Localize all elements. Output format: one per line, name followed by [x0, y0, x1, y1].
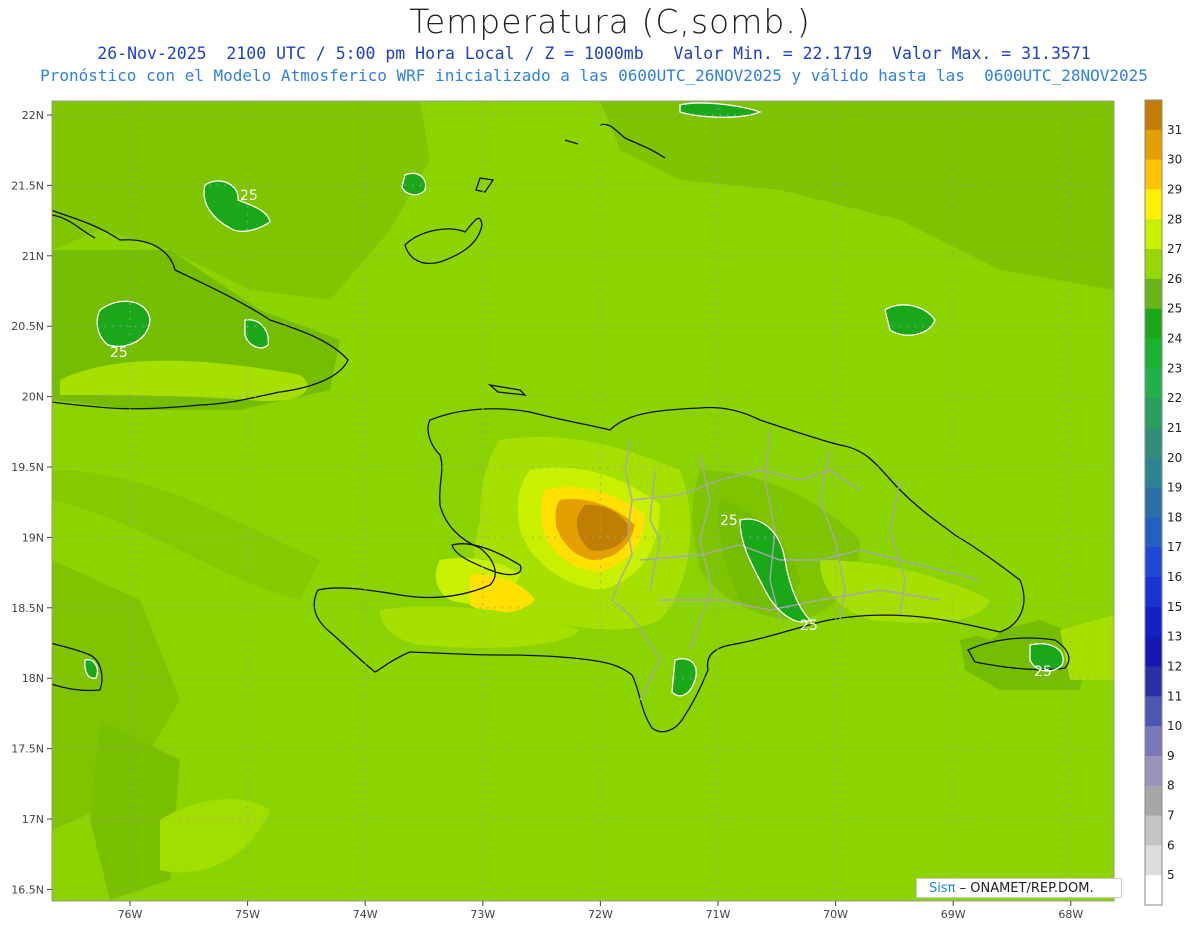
- model-info-line: Pronóstico con el Modelo Atmosferico WRF…: [40, 66, 1148, 85]
- colorbar-swatch: [1145, 785, 1162, 817]
- colorbar: 31 30 29 28 27 26 25 24 23 22 21 20 19 18 17 16 15 13 12 11…: [1144, 99, 1182, 906]
- credit-box: Sisπ – ONAMET/REP.DOM.: [916, 878, 1122, 898]
- colorbar-swatch: [1145, 129, 1162, 161]
- colorbar-swatch: [1145, 338, 1162, 369]
- lat-label: 18.5N: [11, 602, 44, 615]
- colorbar-label: 18: [1167, 510, 1182, 524]
- colorbar-swatch: [1145, 726, 1162, 757]
- colorbar-label: 28: [1167, 212, 1182, 226]
- colorbar-label: 6: [1167, 838, 1175, 852]
- colorbar-label: 17: [1167, 540, 1182, 554]
- lon-label: 72W: [588, 908, 613, 921]
- colorbar-swatch: [1145, 845, 1162, 876]
- latitude-labels: 22N 21.5N 21N 20.5N 20N 19.5N 19N 18.5N 18N 17.5N…: [11, 109, 52, 896]
- colorbar-swatch: [1145, 159, 1162, 190]
- contour-label: 25: [240, 188, 258, 204]
- colorbar-swatch: [1145, 100, 1162, 131]
- lon-label: 69W: [941, 908, 966, 921]
- colorbar-swatch: [1145, 606, 1162, 638]
- map-title: Temperatura (C,somb.): [409, 2, 811, 41]
- colorbar-swatch: [1145, 368, 1162, 399]
- colorbar-label: 25: [1167, 302, 1182, 316]
- colorbar-label: 20: [1167, 451, 1182, 465]
- colorbar-swatch: [1145, 875, 1162, 906]
- lon-label: 76W: [118, 908, 143, 921]
- colorbar-label: 7: [1167, 809, 1175, 823]
- colorbar-label: 24: [1167, 332, 1182, 346]
- colorbar-swatch: [1145, 755, 1162, 787]
- lat-label: 19N: [22, 531, 44, 544]
- colorbar-swatch: [1145, 427, 1162, 459]
- colorbar-label: 15: [1167, 600, 1182, 614]
- colorbar-label: 5: [1167, 868, 1175, 882]
- colorbar-swatch: [1145, 189, 1162, 220]
- credit-text: – ONAMET/REP.DOM.: [955, 881, 1094, 896]
- lat-label: 17N: [22, 813, 44, 826]
- colorbar-label: 19: [1167, 481, 1182, 495]
- lat-label: 22N: [22, 109, 44, 122]
- colorbar-label: 9: [1167, 749, 1175, 763]
- colorbar-swatch: [1145, 249, 1162, 280]
- lon-label: 73W: [470, 908, 495, 921]
- colorbar-swatch: [1145, 636, 1162, 667]
- colorbar-swatch: [1145, 577, 1162, 608]
- contour-label: 25: [800, 618, 818, 634]
- lat-label: 20N: [22, 391, 44, 404]
- temperature-field: [52, 101, 1114, 901]
- colorbar-label: 27: [1167, 242, 1182, 256]
- colorbar-label: 23: [1167, 361, 1182, 375]
- longitude-labels: 76W 75W 74W 73W 72W 71W 70W 69W 68W: [118, 901, 1083, 921]
- colorbar-label: 13: [1167, 630, 1182, 644]
- colorbar-swatch: [1145, 815, 1162, 846]
- colorbar-swatch: [1145, 308, 1162, 340]
- lon-label: 68W: [1058, 908, 1083, 921]
- colorbar-label: 12: [1167, 659, 1182, 673]
- lat-label: 16.5N: [11, 883, 44, 896]
- colorbar-swatch: [1145, 219, 1162, 250]
- colorbar-label: 29: [1167, 182, 1182, 196]
- lat-label: 21N: [22, 250, 44, 263]
- colorbar-label: 11: [1167, 689, 1182, 703]
- colorbar-swatch: [1145, 278, 1162, 310]
- colorbar-label: 26: [1167, 272, 1182, 286]
- lat-label: 18N: [22, 672, 44, 685]
- colorbar-swatch: [1145, 457, 1162, 489]
- lat-label: 21.5N: [11, 179, 44, 192]
- temperature-map: 25 25 25 25 25 22N 21.5N 21N 20.5N 20N 19.5N 1…: [11, 99, 1182, 921]
- lat-label: 20.5N: [11, 320, 44, 333]
- colorbar-swatch: [1145, 517, 1162, 548]
- lat-label: 17.5N: [11, 743, 44, 756]
- colorbar-label: 31: [1167, 123, 1182, 137]
- contour-label: 25: [720, 513, 738, 529]
- colorbar-label: 21: [1167, 421, 1182, 435]
- colorbar-swatch: [1145, 547, 1162, 578]
- colorbar-swatch: [1145, 666, 1162, 697]
- colorbar-label: 30: [1167, 153, 1182, 167]
- colorbar-swatch: [1145, 696, 1162, 727]
- colorbar-label: 22: [1167, 391, 1182, 405]
- contour-label: 25: [1034, 664, 1052, 680]
- lon-label: 71W: [706, 908, 731, 921]
- colorbar-label: 10: [1167, 719, 1182, 733]
- sispi-logo: Sisπ: [929, 881, 956, 896]
- colorbar-label: 8: [1167, 779, 1175, 793]
- lon-label: 74W: [353, 908, 378, 921]
- colorbar-swatch: [1145, 398, 1162, 429]
- colorbar-label: 16: [1167, 570, 1182, 584]
- lon-label: 75W: [235, 908, 260, 921]
- colorbar-swatch: [1145, 487, 1162, 518]
- lon-label: 70W: [823, 908, 848, 921]
- contour-label: 25: [110, 345, 128, 361]
- forecast-time-line: 26-Nov-2025 2100 UTC / 5:00 pm Hora Loca…: [97, 44, 1091, 63]
- lat-label: 19.5N: [11, 461, 44, 474]
